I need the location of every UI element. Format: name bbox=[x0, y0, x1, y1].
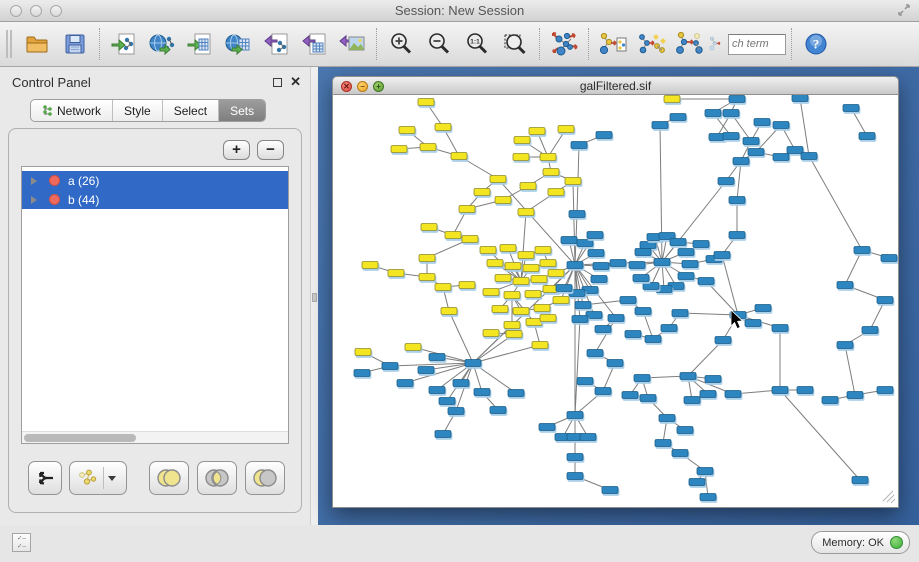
sets-list[interactable]: a (26) b (44) bbox=[21, 166, 289, 444]
save-session-button[interactable] bbox=[56, 25, 94, 63]
set-color-dot bbox=[49, 175, 60, 186]
float-panel-icon[interactable] bbox=[273, 78, 282, 87]
network-window-title: galFiltered.sif bbox=[333, 79, 898, 93]
expander-icon[interactable] bbox=[31, 177, 37, 185]
control-panel-header: Control Panel ✕ bbox=[0, 70, 310, 96]
memory-status-label: Memory: OK bbox=[822, 537, 884, 549]
sets-panel: + − a (26) b (44) bbox=[8, 128, 302, 513]
tab-select-label: Select bbox=[174, 104, 207, 118]
scrollbar-thumb[interactable] bbox=[24, 434, 136, 442]
hide-selected-button[interactable] bbox=[670, 25, 708, 63]
create-set-from-network-button[interactable] bbox=[69, 461, 127, 495]
panel-splitter[interactable] bbox=[310, 67, 318, 525]
toolbar-separator bbox=[376, 28, 377, 60]
button-divider bbox=[103, 467, 104, 489]
export-table-button[interactable] bbox=[295, 25, 333, 63]
tab-style[interactable]: Style bbox=[113, 100, 163, 121]
tab-network-label: Network bbox=[57, 104, 101, 118]
tab-network[interactable]: Network bbox=[31, 100, 113, 121]
toolbar-separator bbox=[791, 28, 792, 60]
add-set-button[interactable]: + bbox=[223, 140, 250, 160]
zoom-out-button[interactable] bbox=[420, 25, 458, 63]
zoom-in-button[interactable] bbox=[382, 25, 420, 63]
tab-sets[interactable]: Sets bbox=[219, 100, 265, 121]
status-bar: ✓‒✓‒ Memory: OK bbox=[0, 525, 919, 562]
network-graph[interactable] bbox=[333, 95, 898, 506]
splitter-handle-icon[interactable] bbox=[312, 293, 317, 302]
control-panel-tabs: Network Style Select Sets bbox=[30, 99, 266, 122]
apply-layout-button[interactable] bbox=[545, 25, 583, 63]
tab-sets-label: Sets bbox=[230, 104, 254, 118]
close-panel-icon[interactable]: ✕ bbox=[290, 74, 301, 90]
remove-set-button[interactable]: − bbox=[257, 140, 284, 160]
svg-text:?: ? bbox=[813, 37, 820, 52]
network-canvas[interactable] bbox=[332, 95, 899, 508]
app-title: Session: New Session bbox=[0, 3, 919, 18]
toolbar-separator bbox=[588, 28, 589, 60]
main-toolbar: 1:1 bbox=[0, 22, 919, 67]
graph-nodes[interactable] bbox=[354, 95, 897, 501]
svg-text:1:1: 1:1 bbox=[470, 39, 480, 46]
export-network-button[interactable] bbox=[257, 25, 295, 63]
set-row-a[interactable]: a (26) bbox=[22, 171, 288, 190]
open-file-button[interactable] bbox=[18, 25, 56, 63]
import-network-web-button[interactable] bbox=[143, 25, 181, 63]
difference-sets-button[interactable] bbox=[245, 461, 285, 495]
union-sets-button[interactable] bbox=[149, 461, 189, 495]
network-desktop: ✕ − + galFiltered.sif bbox=[318, 67, 919, 525]
resize-grip-icon[interactable] bbox=[883, 491, 895, 503]
new-network-from-selection-button[interactable] bbox=[594, 25, 632, 63]
import-table-file-button[interactable] bbox=[181, 25, 219, 63]
fullscreen-arrows-icon[interactable] bbox=[897, 3, 911, 22]
control-panel-title: Control Panel bbox=[12, 75, 91, 90]
tab-style-label: Style bbox=[124, 104, 151, 118]
toolbar-separator bbox=[539, 28, 540, 60]
import-table-web-button[interactable] bbox=[219, 25, 257, 63]
import-network-file-button[interactable] bbox=[105, 25, 143, 63]
yellow-network-icon bbox=[77, 468, 99, 488]
zoom-fit-selected-button[interactable] bbox=[496, 25, 534, 63]
intersection-sets-button[interactable] bbox=[197, 461, 237, 495]
memory-status-button[interactable]: Memory: OK bbox=[811, 531, 910, 554]
network-view-window[interactable]: ✕ − + galFiltered.sif bbox=[332, 76, 899, 508]
control-panel: Control Panel ✕ Network Style Select Set… bbox=[0, 67, 310, 562]
network-window-titlebar[interactable]: ✕ − + galFiltered.sif bbox=[332, 76, 899, 95]
zoom-actual-size-button[interactable]: 1:1 bbox=[458, 25, 496, 63]
set-row-b[interactable]: b (44) bbox=[22, 190, 288, 209]
first-neighbors-button[interactable] bbox=[632, 25, 670, 63]
show-all-icon[interactable] bbox=[708, 25, 728, 63]
set-color-dot bbox=[49, 194, 60, 205]
toolbar-drag-handle[interactable] bbox=[6, 30, 12, 58]
search-input[interactable] bbox=[728, 34, 786, 55]
tab-select[interactable]: Select bbox=[163, 100, 219, 121]
toolbar-separator bbox=[99, 28, 100, 60]
app-titlebar: Session: New Session bbox=[0, 0, 919, 22]
set-label: a (26) bbox=[68, 174, 99, 188]
expander-icon[interactable] bbox=[31, 196, 37, 204]
task-history-button[interactable]: ✓‒✓‒ bbox=[12, 533, 31, 552]
help-button[interactable]: ? bbox=[797, 25, 835, 63]
set-operations bbox=[9, 461, 301, 501]
horizontal-scrollbar[interactable] bbox=[22, 431, 288, 443]
dropdown-caret-icon[interactable] bbox=[108, 476, 116, 481]
set-label: b (44) bbox=[68, 193, 99, 207]
network-tree-icon bbox=[42, 105, 53, 117]
export-image-button[interactable] bbox=[333, 25, 371, 63]
memory-ok-icon bbox=[890, 536, 903, 549]
split-set-button[interactable] bbox=[28, 461, 62, 495]
